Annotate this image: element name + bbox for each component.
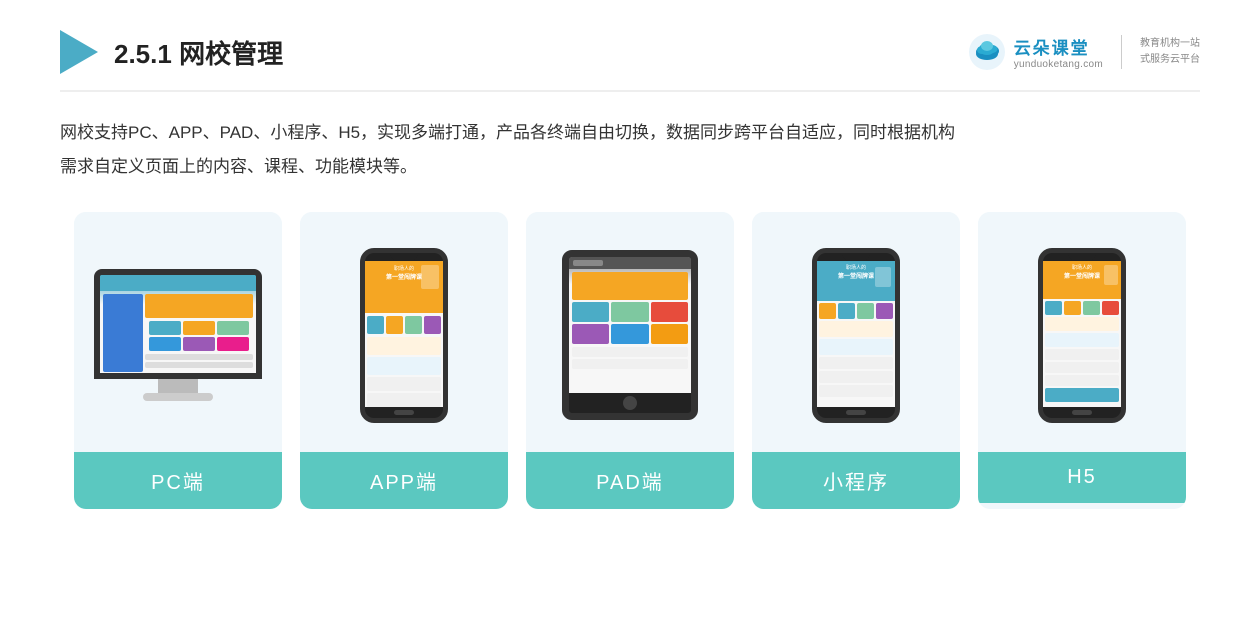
monitor-base <box>143 393 213 401</box>
phone-home-btn-miniapp <box>846 410 866 415</box>
card-pad-image <box>526 212 734 452</box>
monitor-stand <box>158 379 198 393</box>
tablet-body <box>562 250 698 420</box>
card-pc: PC端 <box>74 212 282 509</box>
section-title: 网校管理 <box>179 39 283 69</box>
cards-row: PC端 职场人的 第一堂闯牌课 <box>60 212 1200 509</box>
brand-url: yunduoketang.com <box>1014 59 1103 70</box>
page: 2.5.1 网校管理 云朵课堂 yunduoketang.com 教育机构一站 <box>0 0 1260 630</box>
brand-logo: 云朵课堂 yunduoketang.com 教育机构一站 式服务云平台 <box>968 33 1200 71</box>
header: 2.5.1 网校管理 云朵课堂 yunduoketang.com 教育机构一站 <box>60 30 1200 92</box>
card-pc-image <box>74 212 282 452</box>
card-miniapp-image: 职场人的 第一堂闯牌课 <box>752 212 960 452</box>
tablet-home-btn <box>623 396 637 410</box>
card-app-image: 职场人的 第一堂闯牌课 <box>300 212 508 452</box>
phone-notch-h5 <box>1068 253 1096 261</box>
card-app: 职场人的 第一堂闯牌课 <box>300 212 508 509</box>
brand-name: 云朵课堂 <box>1014 34 1103 59</box>
phone-body-h5: 职场人的 第一堂闯牌课 <box>1038 248 1126 423</box>
monitor-screen <box>100 275 256 373</box>
tablet-mockup-icon <box>562 250 698 420</box>
pc-monitor-icon <box>94 269 262 401</box>
card-pc-label: PC端 <box>74 452 282 509</box>
card-app-label: APP端 <box>300 452 508 509</box>
logo-triangle-icon <box>60 30 98 74</box>
card-h5-image: 职场人的 第一堂闯牌课 <box>978 212 1186 452</box>
phone-notch-miniapp <box>842 253 870 261</box>
card-pad-label: PAD端 <box>526 452 734 509</box>
phone-mockup-h5: 职场人的 第一堂闯牌课 <box>1038 248 1126 423</box>
cloud-icon <box>968 33 1006 71</box>
phone-body-app: 职场人的 第一堂闯牌课 <box>360 248 448 423</box>
card-miniapp: 职场人的 第一堂闯牌课 <box>752 212 960 509</box>
phone-mockup-miniapp: 职场人的 第一堂闯牌课 <box>812 248 900 423</box>
monitor-body <box>94 269 262 379</box>
header-left: 2.5.1 网校管理 <box>60 30 283 74</box>
brand-text: 云朵课堂 yunduoketang.com <box>1014 34 1103 70</box>
phone-screen-app: 职场人的 第一堂闯牌课 <box>365 261 443 407</box>
page-title: 2.5.1 网校管理 <box>114 34 283 71</box>
phone-home-btn-h5 <box>1072 410 1092 415</box>
phone-mockup-app: 职场人的 第一堂闯牌课 <box>360 248 448 423</box>
phone-notch <box>390 253 418 261</box>
description: 网校支持PC、APP、PAD、小程序、H5，实现多端打通，产品各终端自由切换，数… <box>60 116 1200 184</box>
phone-screen-h5: 职场人的 第一堂闯牌课 <box>1043 261 1121 407</box>
description-line1: 网校支持PC、APP、PAD、小程序、H5，实现多端打通，产品各终端自由切换，数… <box>60 116 1200 150</box>
card-h5: 职场人的 第一堂闯牌课 <box>978 212 1186 509</box>
divider <box>1121 35 1122 69</box>
tablet-screen <box>569 257 691 393</box>
card-pad: PAD端 <box>526 212 734 509</box>
phone-body-miniapp: 职场人的 第一堂闯牌课 <box>812 248 900 423</box>
phone-screen-miniapp: 职场人的 第一堂闯牌课 <box>817 261 895 407</box>
brand-slogan: 教育机构一站 式服务云平台 <box>1140 36 1200 68</box>
card-miniapp-label: 小程序 <box>752 452 960 509</box>
card-h5-label: H5 <box>978 452 1186 503</box>
phone-home-btn <box>394 410 414 415</box>
description-line2: 需求自定义页面上的内容、课程、功能模块等。 <box>60 150 1200 184</box>
section-number: 2.5.1 <box>114 39 179 69</box>
